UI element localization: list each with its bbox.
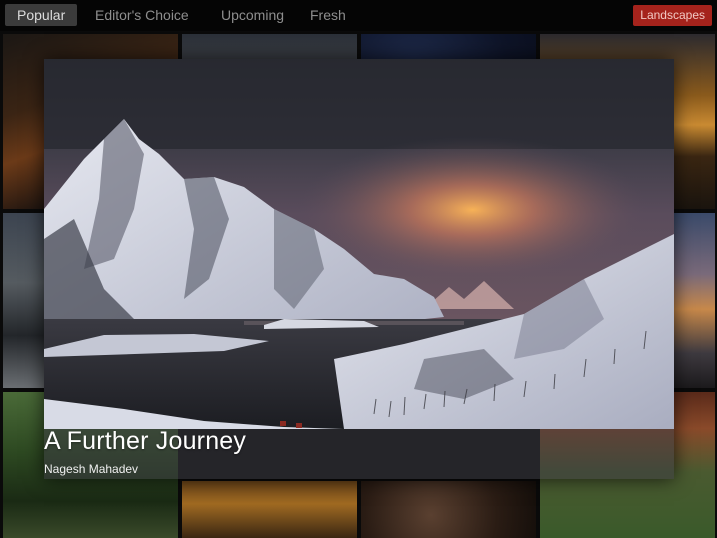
photo-title: A Further Journey xyxy=(44,427,247,455)
featured-photo[interactable]: A Further Journey Nagesh Mahadev xyxy=(44,59,674,479)
tab-fresh[interactable]: Fresh xyxy=(298,4,358,26)
photo-thumbnail[interactable] xyxy=(182,481,357,538)
featured-caption: A Further Journey Nagesh Mahadev xyxy=(44,427,674,479)
category-button[interactable]: Landscapes xyxy=(633,5,712,26)
tab-upcoming[interactable]: Upcoming xyxy=(209,4,296,26)
photo-thumbnail[interactable] xyxy=(361,481,536,538)
tab-popular[interactable]: Popular xyxy=(5,4,78,26)
top-nav-bar: Popular Editor's Choice Upcoming Fresh L… xyxy=(0,0,717,31)
tab-editors-choice[interactable]: Editor's Choice xyxy=(83,4,201,26)
featured-photo-image xyxy=(44,59,674,429)
photo-author[interactable]: Nagesh Mahadev xyxy=(44,462,138,476)
